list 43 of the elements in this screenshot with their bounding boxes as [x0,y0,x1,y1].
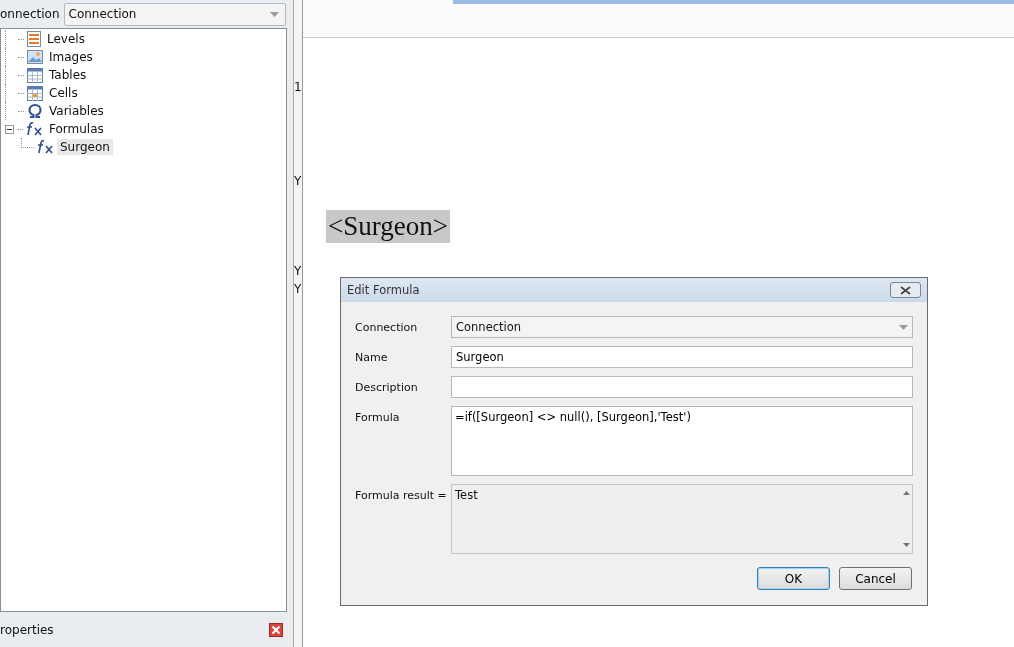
clipped-text: Y [294,282,302,296]
tree-item[interactable]: Cells [46,85,81,101]
clipped-text: Y [294,174,302,188]
field-label: Formula result = [355,488,448,504]
tree-item[interactable]: Tables [46,67,90,83]
tree-item[interactable]: Surgeon [57,139,113,155]
field-label: Connection [355,320,419,336]
table-icon [27,67,43,83]
omega-icon [27,104,43,118]
table-icon [27,85,43,101]
report-field: <Surgeon> [326,210,450,243]
formula-field[interactable]: =if([Surgeon] <> null(), [Surgeon],'Test') [451,406,913,476]
tree-item[interactable]: Images [46,49,96,65]
description-field[interactable] [451,376,913,398]
dialog-title: Edit Formula [347,283,420,297]
caret-icon [899,324,908,330]
tree-item[interactable]: Levels [44,31,88,47]
field-label: Name [355,350,389,366]
collapse-icon[interactable] [5,124,14,134]
tree-item[interactable]: Variables [46,103,107,119]
close-icon[interactable] [269,622,283,637]
image-icon [27,50,43,64]
dialog-button[interactable]: OK [757,567,830,590]
field-label: Description [355,380,419,396]
clipped-text: Y [294,264,302,278]
scroll-up-icon[interactable] [902,491,910,495]
function-icon [37,140,54,154]
connection-dropdown[interactable]: Connection [63,2,286,26]
connection-label: onnection [0,7,60,21]
tree-item[interactable]: Formulas [46,121,107,137]
result-text: Test [454,487,479,504]
function-icon [26,122,43,136]
caret-icon [270,11,279,17]
properties-title: roperties [0,622,54,637]
connection-dropdown[interactable]: Connection [451,316,913,338]
field-label: Formula [355,410,401,426]
clipped-text: 1 [294,80,302,94]
name-field[interactable]: Surgeon [451,346,913,368]
list-icon [27,31,41,47]
close-icon [900,285,911,295]
close-button[interactable] [890,282,921,298]
scroll-down-icon[interactable] [902,543,910,547]
dialog-button[interactable]: Cancel [839,567,912,590]
